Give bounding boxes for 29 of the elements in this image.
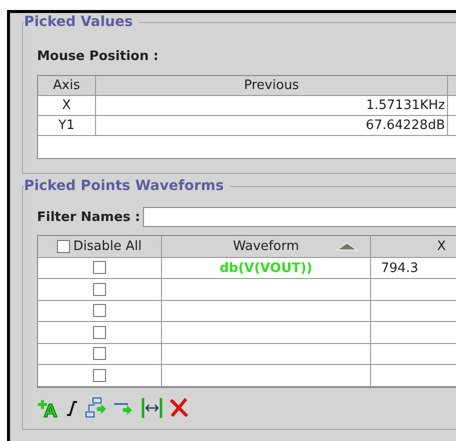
column-header[interactable]: X xyxy=(371,236,456,258)
fit-width-icon[interactable] xyxy=(141,396,163,418)
checkbox[interactable] xyxy=(93,261,106,274)
add-label-icon[interactable] xyxy=(37,398,59,418)
checkbox[interactable] xyxy=(93,326,106,339)
header-label: X xyxy=(437,239,446,254)
checkbox[interactable] xyxy=(93,304,106,318)
checkbox[interactable] xyxy=(57,240,70,253)
checkbox-label: Disable All xyxy=(73,238,142,256)
delete-icon[interactable] xyxy=(169,398,189,418)
table-cell: Y1 xyxy=(38,116,96,136)
waveform-name: db(V(VOUT)) xyxy=(220,260,312,276)
table-cell: 67.64228dB xyxy=(96,116,448,136)
tree-icon[interactable] xyxy=(85,396,107,418)
column-header[interactable]: Axis xyxy=(38,76,96,96)
column-header[interactable]: Previous xyxy=(96,76,448,96)
checkbox[interactable] xyxy=(93,347,106,360)
header-label: Waveform xyxy=(233,239,299,254)
sort-icon xyxy=(336,242,358,251)
checkbox[interactable] xyxy=(93,368,106,382)
cell-value: 794.3 xyxy=(381,260,418,276)
field-label: Filter Names : xyxy=(37,210,140,224)
checkbox[interactable] xyxy=(93,282,106,296)
column-header[interactable]: Disable All xyxy=(38,236,162,258)
filter-field[interactable] xyxy=(143,207,456,227)
field-label: Mouse Position : xyxy=(37,49,160,64)
table-cell: 1.57131KHz xyxy=(96,96,448,116)
column-header[interactable]: Waveform xyxy=(162,236,371,258)
table-cell: X xyxy=(38,96,96,116)
